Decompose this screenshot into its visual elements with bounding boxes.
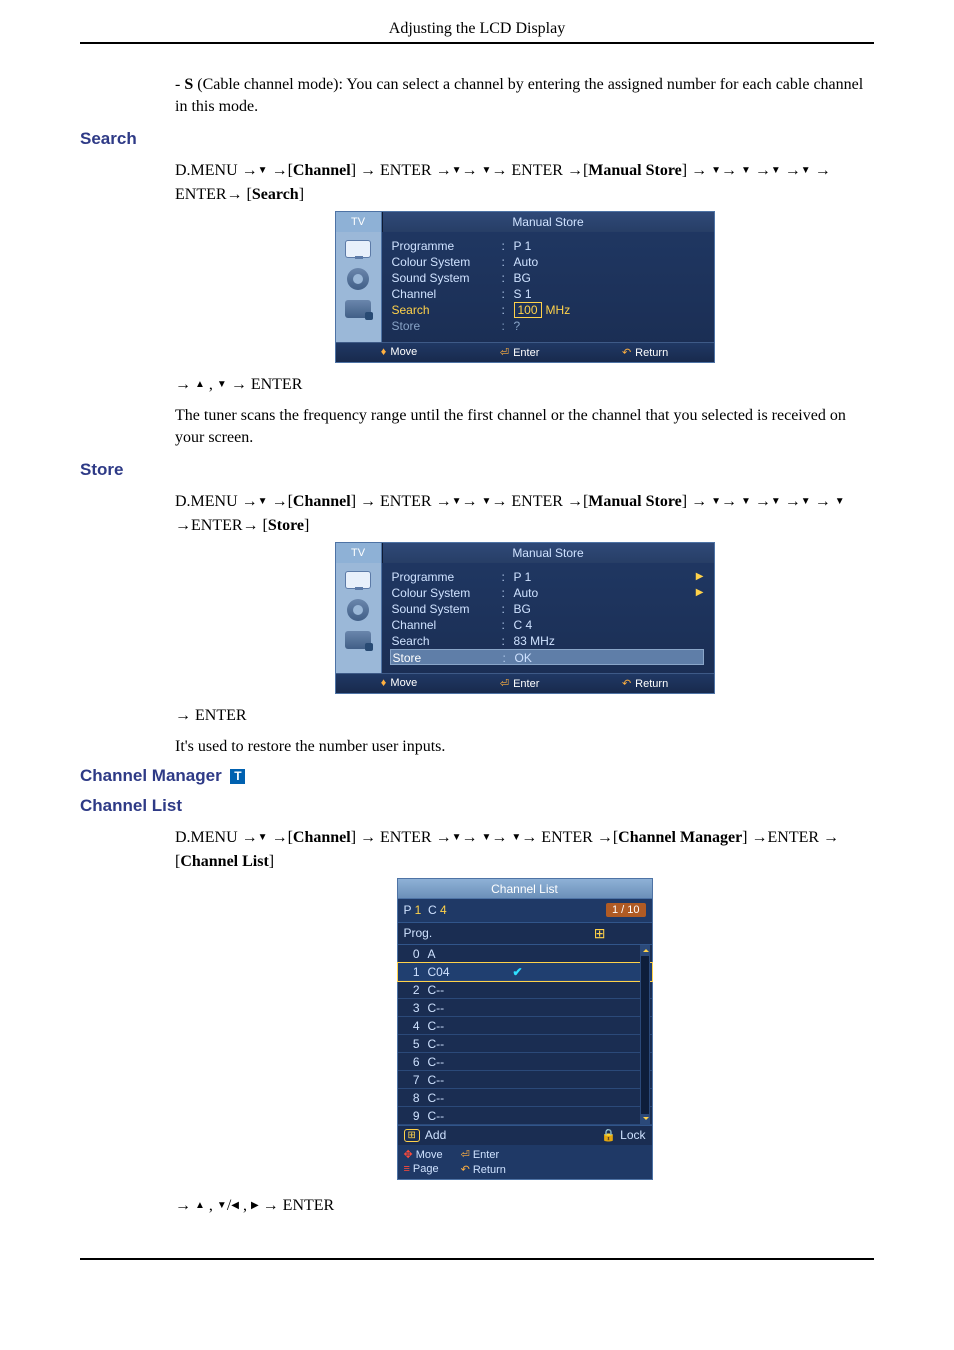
- table-row[interactable]: 4C--: [398, 1017, 652, 1035]
- table-row[interactable]: 5C--: [398, 1035, 652, 1053]
- updown-icon: ♦: [381, 677, 387, 689]
- osd-row: Store:OK: [390, 649, 704, 665]
- pip-icon: [345, 631, 371, 649]
- return-icon: ↶: [461, 1164, 470, 1176]
- channel-list-osd: Channel List P 1 C 4 1 / 10 Prog. ⊞ 0A1C…: [397, 878, 653, 1180]
- osd-row: Programme:P 1: [392, 238, 704, 254]
- gear-icon: [347, 268, 369, 290]
- intro-text: - S (Cable channel mode): You can select…: [175, 74, 874, 117]
- heading-store: Store: [80, 460, 874, 480]
- osd-row: Channel:S 1: [392, 286, 704, 302]
- osd-row: Colour System:Auto▶: [392, 585, 704, 601]
- osd-row: Colour System:Auto: [392, 254, 704, 270]
- osd-row: Sound System:BG: [392, 601, 704, 617]
- table-row[interactable]: 7C--: [398, 1071, 652, 1089]
- t-icon: T: [230, 769, 245, 784]
- heading-search: Search: [80, 129, 874, 149]
- search-desc: The tuner scans the frequency range unti…: [175, 405, 874, 448]
- tv-icon: [345, 571, 371, 589]
- osd-row: Search:100MHz: [392, 302, 704, 318]
- pip-icon: [345, 300, 371, 318]
- store-after-path: → ENTER: [175, 704, 874, 728]
- osd-title: Manual Store: [382, 543, 714, 563]
- footer-divider: [80, 1258, 874, 1260]
- gear-icon: [347, 599, 369, 621]
- store-nav-path: D.MENU → →[Channel] → ENTER →→ → ENTER →…: [175, 490, 874, 538]
- cl-foot1: ⊞ Add 🔒 Lock: [398, 1125, 652, 1145]
- cl-foot2: ✥Move ≡Page ⏎Enter ↶Return: [398, 1145, 652, 1179]
- osd-icon-col: [336, 232, 382, 342]
- cl-lock-label: Lock: [620, 1128, 645, 1142]
- osd-row: Sound System:BG: [392, 270, 704, 286]
- table-row[interactable]: 3C--: [398, 999, 652, 1017]
- cl-head: P 1 C 4 1 / 10: [398, 899, 652, 923]
- add-icon: ⊞: [404, 1129, 420, 1142]
- scroll-down-icon[interactable]: [641, 1114, 649, 1124]
- osd-row: Store:?: [392, 318, 704, 334]
- tv-icon: [345, 240, 371, 258]
- return-icon: ↶: [622, 347, 631, 359]
- cl-prog-label: Prog.: [404, 926, 433, 940]
- cl-rows: 0A1C04✔2C--3C--4C--5C--6C--7C--8C--9C--: [398, 945, 652, 1125]
- plus-icon: ⊞: [594, 925, 606, 942]
- scroll-up-icon[interactable]: [641, 946, 649, 956]
- osd-tab-tv: TV: [336, 212, 382, 232]
- table-row[interactable]: 2C--: [398, 981, 652, 999]
- search-nav-path: D.MENU → →[Channel] → ENTER →→ → ENTER →…: [175, 159, 874, 207]
- osd-list: Programme:P 1▶Colour System:Auto▶Sound S…: [382, 563, 714, 673]
- cl-table: 0A1C04✔2C--3C--4C--5C--6C--7C--8C--9C--: [398, 945, 652, 1125]
- osd-store: TV Manual Store Programme:P 1▶Colour Sys…: [335, 542, 715, 694]
- channel-list-nav-path: D.MENU → →[Channel] → ENTER →→ → → ENTER…: [175, 826, 874, 874]
- cl-move: Move: [416, 1149, 443, 1161]
- move-icon: ✥: [404, 1149, 413, 1161]
- osd-icon-col: [336, 563, 382, 673]
- heading-channel-manager: Channel Manager T: [80, 766, 874, 786]
- osd-tab-tv: TV: [336, 543, 382, 563]
- enter-icon: ⏎: [461, 1149, 470, 1161]
- table-row[interactable]: 0A: [398, 945, 652, 963]
- scrollbar[interactable]: [640, 945, 650, 1125]
- cl-enter: Enter: [473, 1149, 499, 1161]
- cl-title: Channel List: [398, 879, 652, 899]
- search-after-path: → , → ENTER: [175, 373, 874, 397]
- header-divider: [80, 42, 874, 44]
- foot-enter: Enter: [513, 678, 539, 690]
- osd-footer: ♦Move ⏎ Enter ↶ Return: [336, 673, 714, 693]
- table-row[interactable]: 9C--: [398, 1107, 652, 1125]
- cl-page: Page: [413, 1163, 439, 1175]
- osd-row: Search:83 MHz: [392, 633, 704, 649]
- enter-icon: ⏎: [500, 347, 509, 359]
- osd-row: Channel:C 4: [392, 617, 704, 633]
- osd-search: TV Manual Store Programme:P 1Colour Syst…: [335, 211, 715, 363]
- table-row[interactable]: 1C04✔: [398, 963, 652, 981]
- cl-add-label: Add: [425, 1128, 446, 1142]
- osd-title: Manual Store: [382, 212, 714, 232]
- table-row[interactable]: 8C--: [398, 1089, 652, 1107]
- channel-list-after-path: → , / , → ENTER: [175, 1194, 874, 1218]
- table-row[interactable]: 6C--: [398, 1053, 652, 1071]
- updown-icon: ♦: [381, 346, 387, 358]
- enter-icon: ⏎: [500, 678, 509, 690]
- cl-pc: P 1 C 4: [404, 903, 447, 917]
- foot-enter: Enter: [513, 347, 539, 359]
- foot-move: Move: [390, 346, 417, 358]
- page-icon: ≡: [404, 1163, 410, 1175]
- channel-manager-label: Channel Manager: [80, 766, 222, 785]
- heading-channel-list: Channel List: [80, 796, 874, 816]
- cl-count: 1 / 10: [606, 903, 646, 917]
- cl-sub: Prog. ⊞: [398, 923, 652, 945]
- lock-icon: 🔒: [601, 1128, 616, 1142]
- page-title: Adjusting the LCD Display: [80, 20, 874, 42]
- foot-return: Return: [635, 347, 668, 359]
- osd-row: Programme:P 1▶: [392, 569, 704, 585]
- foot-return: Return: [635, 678, 668, 690]
- cl-return: Return: [473, 1164, 506, 1176]
- return-icon: ↶: [622, 678, 631, 690]
- osd-list: Programme:P 1Colour System:AutoSound Sys…: [382, 232, 714, 342]
- store-desc: It's used to restore the number user inp…: [175, 736, 874, 758]
- osd-footer: ♦Move ⏎ Enter ↶ Return: [336, 342, 714, 362]
- foot-move: Move: [390, 677, 417, 689]
